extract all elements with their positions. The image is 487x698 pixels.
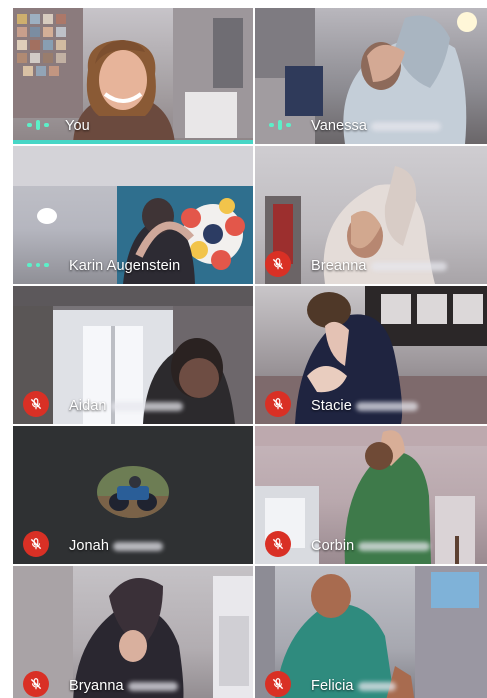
participant-tile-corbin[interactable]: Corbin (255, 426, 487, 564)
mic-off-icon (23, 671, 49, 697)
mic-off-icon (23, 531, 49, 557)
participant-tile-aidan[interactable]: Aidan (13, 286, 253, 424)
participant-tile-vanessa[interactable]: Vanessa (255, 8, 487, 144)
participant-tile-bryanna[interactable]: Bryanna (13, 566, 253, 698)
audio-level-icon (27, 120, 53, 130)
participant-name: Jonah (69, 538, 164, 554)
participant-tile-stacie[interactable]: Stacie (255, 286, 487, 424)
participant-tile-jonah[interactable]: Jonah (13, 426, 253, 564)
participant-name: Vanessa (311, 118, 442, 134)
video-grid: You Vanessa Karin Augenstein Breanna Aid… (13, 8, 487, 698)
participant-name: Breanna (311, 258, 447, 274)
participant-tile-breanna[interactable]: Breanna (255, 146, 487, 284)
participant-name: Stacie (311, 398, 418, 414)
participant-tile-felicia[interactable]: Felicia (255, 566, 487, 698)
audio-level-icon (27, 261, 53, 269)
participant-tile-you[interactable]: You (13, 8, 253, 144)
mic-off-icon (265, 671, 291, 697)
participant-name: Bryanna (69, 678, 178, 694)
avatar (97, 466, 169, 518)
participant-tile-karin[interactable]: Karin Augenstein (13, 146, 253, 284)
mic-off-icon (23, 391, 49, 417)
participant-name: Felicia (311, 678, 396, 694)
participant-name: Corbin (311, 538, 431, 554)
active-speaker-indicator (13, 140, 253, 144)
mic-off-icon (265, 391, 291, 417)
audio-level-icon (269, 120, 295, 130)
participant-name: You (65, 118, 90, 134)
participant-name: Aidan (69, 398, 183, 414)
participant-name: Karin Augenstein (69, 258, 181, 274)
mic-off-icon (265, 531, 291, 557)
mic-off-icon (265, 251, 291, 277)
